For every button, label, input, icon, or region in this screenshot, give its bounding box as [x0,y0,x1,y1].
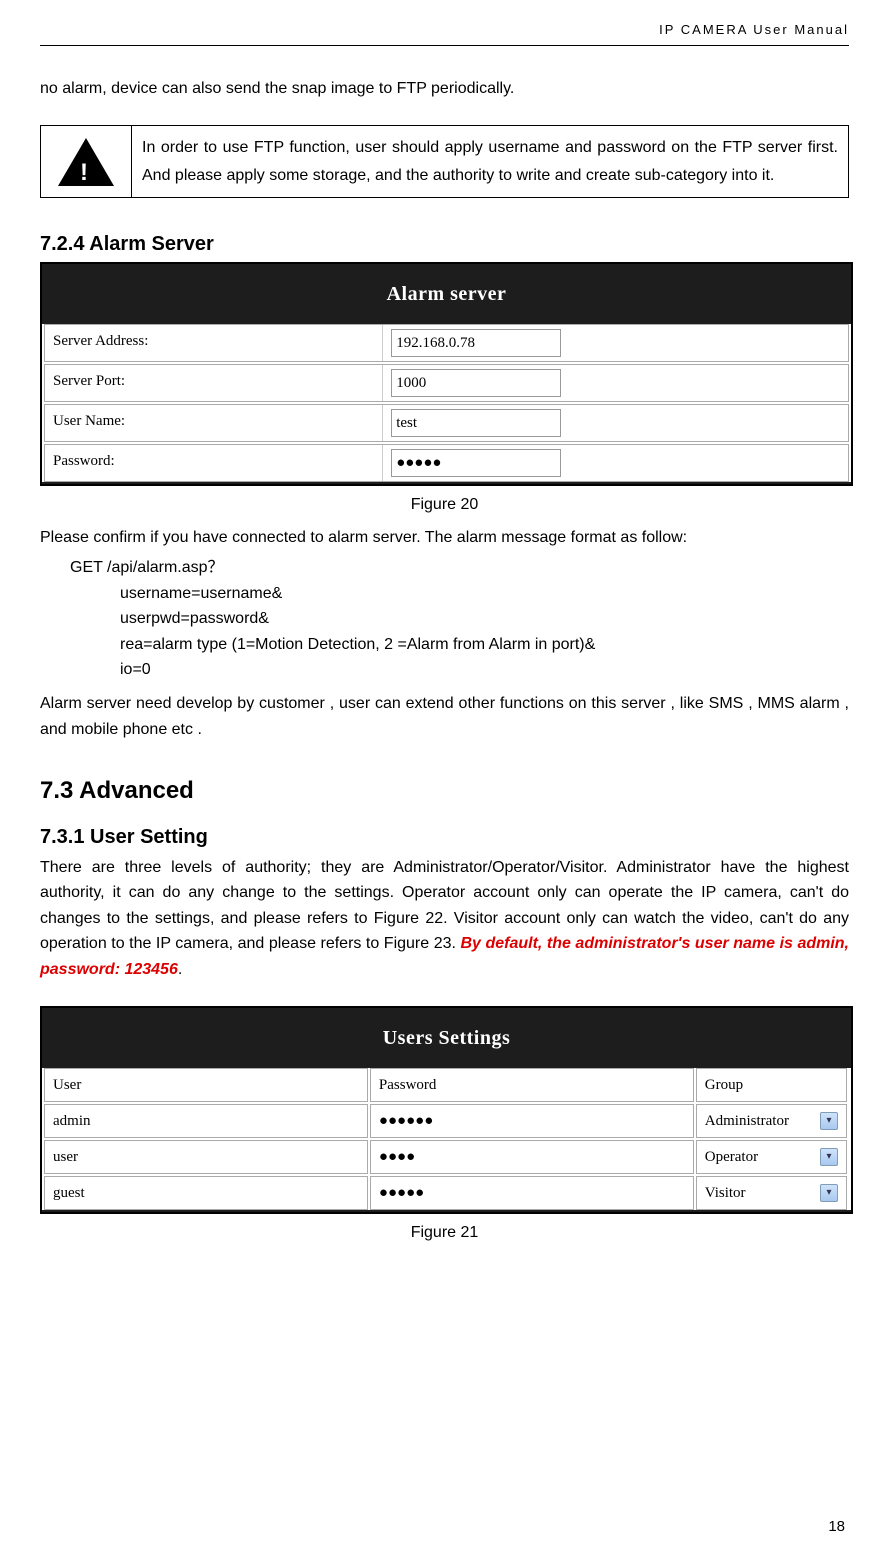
warning-icon [58,138,114,186]
label-server-address: Server Address: [45,325,383,361]
input-server-port[interactable]: 1000 [391,369,561,397]
figure-21-caption: Figure 21 [40,1220,849,1246]
intro-continuation-text: no alarm, device can also send the snap … [40,76,849,102]
page-number: 18 [828,1515,845,1539]
chevron-down-icon[interactable]: ▾ [820,1148,838,1166]
header-password: Password [370,1068,694,1102]
group-value-admin: Administrator [705,1109,789,1133]
page-header: IP CAMERA User Manual [40,20,849,46]
cell-user-user[interactable]: user [44,1140,368,1174]
users-row-admin: admin ●●●●●● Administrator ▾ [44,1104,849,1138]
alarm-message-format: GET /api/alarm.asp？ username=username& u… [40,555,849,683]
period: . [178,961,182,978]
cell-password-guest[interactable]: ●●●●● [370,1176,694,1210]
input-password[interactable]: ●●●●● [391,449,561,477]
group-value-guest: Visitor [705,1181,746,1205]
cell-group-guest[interactable]: Visitor ▾ [696,1176,847,1210]
section-7-3-1-heading: 7.3.1 User Setting [40,821,849,853]
chevron-down-icon[interactable]: ▾ [820,1112,838,1130]
input-server-address[interactable]: 192.168.0.78 [391,329,561,357]
header-group: Group [696,1068,847,1102]
label-user-name: User Name: [45,405,383,441]
alarm-server-note: Alarm server need develop by customer , … [40,691,849,742]
warning-text: In order to use FTP function, user shoul… [132,126,848,196]
warning-icon-cell [41,126,132,196]
group-value-user: Operator [705,1145,758,1169]
section-7-2-4-heading: 7.2.4 Alarm Server [40,228,849,260]
alarm-row-password: Password: ●●●●● [44,444,849,482]
label-password: Password: [45,445,383,481]
alarm-format-intro: Please confirm if you have connected to … [40,525,849,551]
code-line-3: userpwd=password& [120,606,849,632]
header-user: User [44,1068,368,1102]
warning-box: In order to use FTP function, user shoul… [40,125,849,197]
input-user-name[interactable]: test [391,409,561,437]
alarm-server-title: Alarm server [42,264,851,322]
alarm-server-panel: Alarm server Server Address: 192.168.0.7… [40,262,853,486]
users-settings-panel: Users Settings User Password Group admin… [40,1006,853,1214]
cell-group-user[interactable]: Operator ▾ [696,1140,847,1174]
figure-20-caption: Figure 20 [40,492,849,518]
code-line-1: GET /api/alarm.asp？ [70,555,849,581]
users-row-user: user ●●●● Operator ▾ [44,1140,849,1174]
code-line-5: io=0 [120,657,849,683]
alarm-row-server-address: Server Address: 192.168.0.78 [44,324,849,362]
cell-user-admin[interactable]: admin [44,1104,368,1138]
users-settings-title: Users Settings [42,1008,851,1066]
alarm-row-server-port: Server Port: 1000 [44,364,849,402]
label-server-port: Server Port: [45,365,383,401]
users-header-row: User Password Group [44,1068,849,1102]
cell-password-admin[interactable]: ●●●●●● [370,1104,694,1138]
section-7-3-heading: 7.3 Advanced [40,772,849,810]
code-line-2: username=username& [120,581,849,607]
chevron-down-icon[interactable]: ▾ [820,1184,838,1202]
code-line-4: rea=alarm type (1=Motion Detection, 2 =A… [120,632,849,658]
cell-user-guest[interactable]: guest [44,1176,368,1210]
cell-password-user[interactable]: ●●●● [370,1140,694,1174]
users-row-guest: guest ●●●●● Visitor ▾ [44,1176,849,1210]
cell-group-admin[interactable]: Administrator ▾ [696,1104,847,1138]
user-setting-paragraph: There are three levels of authority; the… [40,855,849,983]
alarm-row-user-name: User Name: test [44,404,849,442]
